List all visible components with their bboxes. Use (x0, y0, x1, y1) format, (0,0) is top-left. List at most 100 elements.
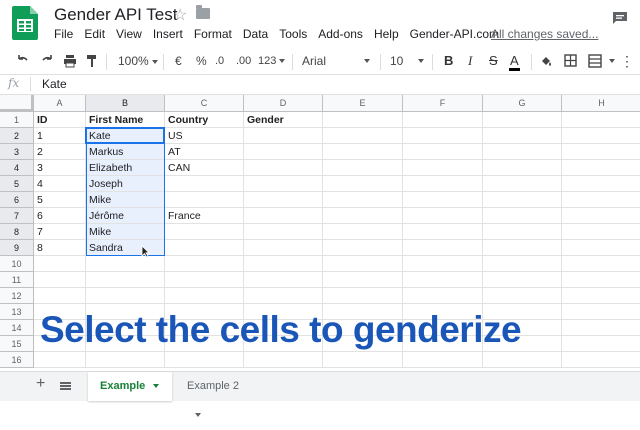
row-header-15[interactable]: 15 (0, 336, 34, 352)
cell-e8[interactable] (323, 224, 403, 240)
cell-g11[interactable] (483, 272, 562, 288)
cell-b6[interactable]: Mike (86, 192, 165, 208)
cell-d9[interactable] (244, 240, 323, 256)
cell-e12[interactable] (323, 288, 403, 304)
column-header-h[interactable]: H (562, 95, 640, 112)
cell-f9[interactable] (403, 240, 483, 256)
print-icon[interactable] (63, 54, 77, 68)
cell-a16[interactable] (34, 352, 86, 368)
more-formats-button[interactable]: 123 (258, 48, 286, 74)
cell-g6[interactable] (483, 192, 562, 208)
column-header-c[interactable]: C (165, 95, 244, 112)
cell-a5[interactable]: 4 (34, 176, 86, 192)
cell-h6[interactable] (562, 192, 640, 208)
fill-color-icon[interactable] (540, 54, 553, 68)
cell-d1[interactable]: Gender (244, 112, 323, 128)
cell-e1[interactable] (323, 112, 403, 128)
cell-b2[interactable]: Kate (86, 128, 165, 144)
cell-h1[interactable] (562, 112, 640, 128)
cell-a3[interactable]: 2 (34, 144, 86, 160)
cell-c10[interactable] (165, 256, 244, 272)
column-header-g[interactable]: G (483, 95, 562, 112)
cell-b9[interactable]: Sandra (86, 240, 165, 256)
cell-d12[interactable] (244, 288, 323, 304)
menu-insert[interactable]: Insert (153, 27, 183, 43)
cell-c1[interactable]: Country (165, 112, 244, 128)
cell-h15[interactable] (562, 336, 640, 352)
cell-c5[interactable] (165, 176, 244, 192)
cell-b7[interactable]: Jérôme (86, 208, 165, 224)
cell-e9[interactable] (323, 240, 403, 256)
row-header-1[interactable]: 1 (0, 112, 34, 128)
cell-b10[interactable] (86, 256, 165, 272)
cell-e3[interactable] (323, 144, 403, 160)
cell-b5[interactable]: Joseph (86, 176, 165, 192)
folder-icon[interactable] (196, 5, 210, 19)
cell-c6[interactable] (165, 192, 244, 208)
add-sheet-button[interactable]: + (36, 375, 45, 393)
cell-f7[interactable] (403, 208, 483, 224)
cell-c2[interactable]: US (165, 128, 244, 144)
cell-h7[interactable] (562, 208, 640, 224)
cell-e5[interactable] (323, 176, 403, 192)
cell-b16[interactable] (86, 352, 165, 368)
bold-button[interactable]: B (444, 48, 453, 74)
cell-b1[interactable]: First Name (86, 112, 165, 128)
cell-h12[interactable] (562, 288, 640, 304)
cell-e6[interactable] (323, 192, 403, 208)
row-header-3[interactable]: 3 (0, 144, 34, 160)
cell-e16[interactable] (323, 352, 403, 368)
cell-f8[interactable] (403, 224, 483, 240)
cell-h5[interactable] (562, 176, 640, 192)
borders-icon[interactable] (564, 54, 577, 68)
cell-g1[interactable] (483, 112, 562, 128)
more-options-icon[interactable]: ⋮ (620, 48, 634, 74)
cell-g10[interactable] (483, 256, 562, 272)
cell-f5[interactable] (403, 176, 483, 192)
sheets-logo-icon[interactable] (12, 6, 38, 40)
cell-f4[interactable] (403, 160, 483, 176)
row-header-6[interactable]: 6 (0, 192, 34, 208)
cell-c8[interactable] (165, 224, 244, 240)
menu-file[interactable]: File (54, 27, 73, 43)
menu-gender-api[interactable]: Gender-API.com (410, 27, 499, 43)
cell-g2[interactable] (483, 128, 562, 144)
menu-format[interactable]: Format (194, 27, 232, 43)
cell-h3[interactable] (562, 144, 640, 160)
row-header-5[interactable]: 5 (0, 176, 34, 192)
column-header-f[interactable]: F (403, 95, 483, 112)
strikethrough-button[interactable]: S (489, 48, 498, 74)
cell-a1[interactable]: ID (34, 112, 86, 128)
cell-f11[interactable] (403, 272, 483, 288)
save-status[interactable]: All changes saved... (491, 27, 598, 41)
cell-d2[interactable] (244, 128, 323, 144)
merge-cells-icon[interactable] (588, 54, 602, 68)
text-color-button[interactable]: A (509, 48, 520, 74)
row-header-10[interactable]: 10 (0, 256, 34, 272)
cell-d16[interactable] (244, 352, 323, 368)
cell-g16[interactable] (483, 352, 562, 368)
document-title[interactable]: Gender API Test (54, 5, 177, 25)
cell-f16[interactable] (403, 352, 483, 368)
cell-f10[interactable] (403, 256, 483, 272)
cell-a10[interactable] (34, 256, 86, 272)
select-all-corner[interactable] (0, 95, 34, 112)
redo-icon[interactable] (40, 54, 54, 68)
cell-g3[interactable] (483, 144, 562, 160)
cell-h11[interactable] (562, 272, 640, 288)
cell-h13[interactable] (562, 304, 640, 320)
formula-input[interactable]: Kate (42, 77, 67, 91)
cell-a6[interactable]: 5 (34, 192, 86, 208)
cell-c7[interactable]: France (165, 208, 244, 224)
cell-a2[interactable]: 1 (34, 128, 86, 144)
cell-f2[interactable] (403, 128, 483, 144)
cell-b11[interactable] (86, 272, 165, 288)
comment-icon[interactable] (612, 11, 628, 25)
font-size-select[interactable]: 10 (390, 48, 426, 74)
cell-h8[interactable] (562, 224, 640, 240)
cell-d6[interactable] (244, 192, 323, 208)
cell-h14[interactable] (562, 320, 640, 336)
cell-a4[interactable]: 3 (34, 160, 86, 176)
cell-b12[interactable] (86, 288, 165, 304)
cell-c12[interactable] (165, 288, 244, 304)
